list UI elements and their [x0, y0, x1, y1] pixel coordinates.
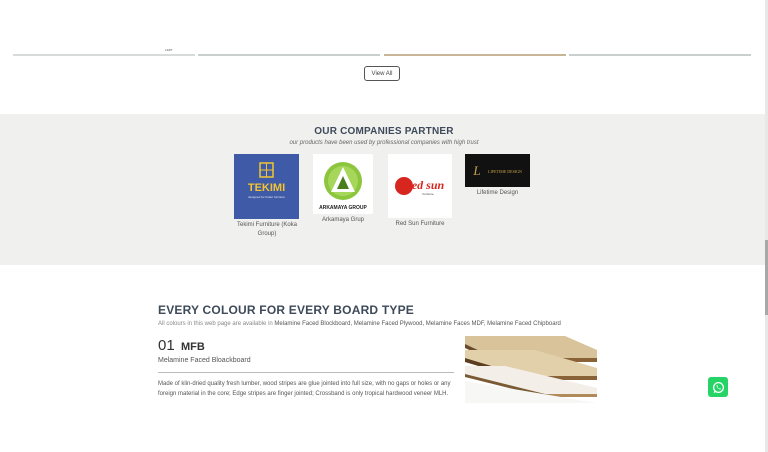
tekimi-logo-text: TEKIMI	[248, 182, 285, 194]
products-section: LIMIT View All	[0, 0, 768, 116]
redsun-logo-text: Red sun	[403, 178, 445, 192]
tekimi-logo-graphic: TEKIMI designed for better furniture	[248, 162, 285, 199]
partner-card-redsun[interactable]: Red sun furniture Red Sun Furniture	[388, 154, 452, 229]
board-code: MFB	[181, 341, 205, 353]
product-thumbnail-4[interactable]	[569, 54, 751, 56]
view-all-button[interactable]: View All	[364, 66, 400, 81]
whatsapp-icon	[712, 381, 724, 393]
svg-text:L: L	[472, 163, 480, 178]
partners-section: OUR COMPANIES PARTNER our products have …	[0, 114, 768, 265]
board-section-title: EVERY COLOUR FOR EVERY BOARD TYPE	[158, 303, 414, 317]
board-stack-graphic	[465, 336, 597, 403]
partner-name-arkamaya: Arkamaya Grup	[321, 217, 364, 223]
arkamaya-logo[interactable]: ARKAMAYA GROUP	[313, 154, 373, 214]
board-type-section: EVERY COLOUR FOR EVERY BOARD TYPE All co…	[0, 265, 768, 452]
arkamaya-logo-text: ARKAMAYA GROUP	[319, 205, 367, 211]
product-thumbnail-3[interactable]	[384, 54, 566, 56]
partner-card-lifetime[interactable]: L LIFETIME DESIGN Lifetime Design	[465, 154, 530, 198]
board-image	[465, 336, 597, 403]
product-thumbnail-1[interactable]	[13, 54, 195, 56]
board-number: 01	[158, 337, 175, 354]
partner-name-lifetime: Lifetime Design	[476, 190, 519, 196]
lifetime-logo-text: LIFETIME DESIGN	[488, 169, 522, 174]
redsun-logo-sub: furniture	[422, 192, 433, 196]
partners-subtitle: our products have been used by professio…	[289, 140, 479, 146]
intro-board-types: Melamine Faced Blockboard, Melamine Face…	[274, 321, 561, 327]
redsun-logo-graphic: Red sun furniture	[395, 177, 445, 196]
partner-name-redsun: Red Sun Furniture	[395, 221, 445, 227]
lifetime-logo-graphic: L LIFETIME DESIGN	[472, 163, 522, 178]
partner-card-arkamaya[interactable]: ARKAMAYA GROUP Arkamaya Grup	[313, 154, 373, 225]
partner-card-tekimi[interactable]: TEKIMI designed for better furniture Tek…	[234, 154, 300, 239]
product-thumbnails-row: LIMIT	[13, 48, 751, 58]
partner-name-tekimi: Tekimi Furniture (Koka Group)	[236, 222, 298, 237]
tekimi-logo-sub: designed for better furniture	[248, 195, 285, 199]
intro-prefix: All colours in this web page are availab…	[158, 321, 273, 327]
arkamaya-logo-graphic: ARKAMAYA GROUP	[319, 162, 368, 211]
board-name: Melamine Faced Bloackboard	[158, 357, 251, 364]
whatsapp-button[interactable]	[708, 377, 728, 397]
divider	[158, 372, 454, 373]
redsun-logo[interactable]: Red sun furniture	[388, 154, 452, 218]
tekimi-logo[interactable]: TEKIMI designed for better furniture	[234, 154, 299, 219]
board-section-intro: All colours in this web page are availab…	[158, 321, 561, 327]
product-thumbnail-2[interactable]	[198, 54, 380, 56]
product-tag: LIMIT	[165, 48, 173, 52]
lifetime-logo[interactable]: L LIFETIME DESIGN	[465, 154, 530, 187]
board-description: Made of klin-dried quality fresh lumber,…	[158, 381, 451, 397]
partners-title: OUR COMPANIES PARTNER	[314, 126, 454, 137]
